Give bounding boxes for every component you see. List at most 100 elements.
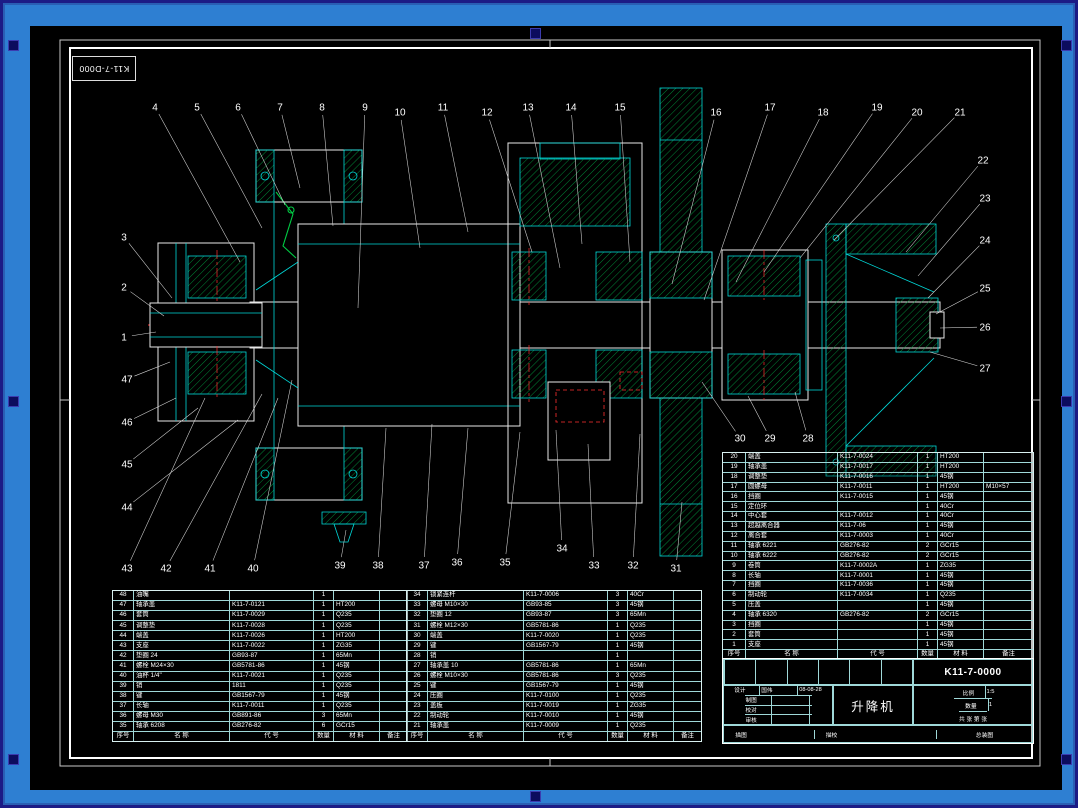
part-callout-5: 5 bbox=[194, 103, 200, 114]
bom-cell bbox=[983, 541, 1033, 551]
bom-cell: 3 bbox=[607, 591, 627, 601]
signature-cell: 08-08-28 bbox=[797, 686, 822, 695]
bom-cell: 1 bbox=[732, 640, 736, 648]
part-callout-40: 40 bbox=[247, 564, 259, 575]
leader-line-38 bbox=[378, 427, 387, 558]
part-callout-32: 32 bbox=[627, 561, 639, 572]
selection-handle-top-left[interactable] bbox=[8, 40, 19, 51]
bom-cell: 1 bbox=[917, 591, 937, 600]
bom-cell: 备注 bbox=[379, 731, 407, 741]
table-row: 4 轴承 6320 GB276-82 2 GCr15 bbox=[723, 609, 1033, 620]
part-callout-45: 45 bbox=[121, 460, 133, 471]
bom-cell: 销 bbox=[427, 651, 523, 661]
bom-cell: HT200 bbox=[937, 453, 983, 462]
bom-cell: 2 bbox=[917, 551, 937, 561]
bom-cell: 1 bbox=[313, 701, 333, 711]
titleblock-bottom-strip: 描图 描校 总装图 bbox=[723, 725, 1033, 743]
bom-cell: GB1567-79 bbox=[229, 691, 313, 701]
bom-cell: 名 称 bbox=[133, 731, 229, 741]
bom-cell: 1 bbox=[917, 472, 937, 482]
bom-cell: 轴承 6221 bbox=[745, 541, 837, 551]
bom-cell: 45钢 bbox=[937, 571, 983, 581]
selection-handle-top-right[interactable] bbox=[1061, 40, 1072, 51]
qty-label: 数量 bbox=[965, 703, 977, 710]
bom-cell bbox=[379, 591, 407, 601]
selection-handle-top-center[interactable] bbox=[530, 28, 541, 39]
bom-cell: 3 bbox=[313, 711, 333, 721]
bom-cell bbox=[379, 601, 407, 611]
bom-cell: 键 bbox=[427, 681, 523, 691]
bom-cell bbox=[379, 651, 407, 661]
leader-line-3 bbox=[128, 243, 173, 299]
bom-cell: 1 bbox=[917, 492, 937, 502]
bom-cell: 1 bbox=[607, 651, 627, 661]
bom-cell: 1 bbox=[313, 651, 333, 661]
table-row: 26 螺栓 M10×30 GB5781-86 3 Q235 bbox=[407, 670, 701, 681]
bom-cell: 挡圈 bbox=[745, 492, 837, 502]
part-callout-12: 12 bbox=[481, 108, 493, 119]
bom-cell: K11-7-0029 bbox=[229, 611, 313, 621]
bom-cell: GB5781-86 bbox=[229, 661, 313, 671]
bom-cell bbox=[673, 601, 701, 611]
clevis-part bbox=[321, 511, 367, 543]
bom-cell: GB5781-86 bbox=[523, 621, 607, 631]
bom-cell: ZG35 bbox=[627, 701, 673, 711]
bom-cell: HT200 bbox=[333, 601, 379, 611]
bom-cell: 1 bbox=[607, 661, 627, 671]
bom-cell: 45钢 bbox=[627, 681, 673, 691]
selection-handle-mid-left[interactable] bbox=[8, 396, 19, 407]
bom-cell bbox=[837, 630, 917, 640]
part-callout-21: 21 bbox=[954, 108, 966, 119]
bom-cell: 31 bbox=[413, 621, 421, 629]
bom-cell: 1 bbox=[917, 522, 937, 531]
leader-line-5 bbox=[200, 113, 263, 229]
bom-cell: 垫圈 12 bbox=[427, 611, 523, 621]
bom-cell: K11-7-0011 bbox=[229, 701, 313, 711]
revision-strip bbox=[723, 659, 913, 685]
bom-cell bbox=[983, 502, 1033, 512]
bom-cell: 45钢 bbox=[937, 581, 983, 591]
bom-cell bbox=[837, 640, 917, 650]
bom-cell: HT200 bbox=[937, 462, 983, 472]
selection-handle-bottom-center[interactable] bbox=[530, 791, 541, 802]
table-row: 42 垫圈 24 GB93-87 1 65Mn bbox=[113, 650, 407, 661]
bom-cell bbox=[673, 661, 701, 671]
sheet-count: 共 张 第 张 bbox=[958, 711, 988, 724]
bom-cell: 压盖 bbox=[745, 600, 837, 610]
part-callout-26: 26 bbox=[979, 323, 991, 334]
table-row: 27 轴承盖 10 GB5781-86 1 65Mn bbox=[407, 660, 701, 671]
selection-handle-bottom-left[interactable] bbox=[8, 754, 19, 765]
part-callout-27: 27 bbox=[979, 364, 991, 375]
selection-handle-mid-right[interactable] bbox=[1061, 396, 1072, 407]
leader-line-44 bbox=[133, 419, 239, 503]
table-row: 24 压圈 K11-7-0100 1 Q235 bbox=[407, 690, 701, 701]
bom-cell: GB276-82 bbox=[229, 721, 313, 731]
bom-cell: K11-7-0121 bbox=[229, 601, 313, 611]
part-callout-14: 14 bbox=[565, 103, 577, 114]
scale-qty-block: 比例 1:5 数量 1 共 张 第 张 bbox=[913, 685, 1033, 725]
table-row: 7 挡圈 K11-7-0036 1 45钢 bbox=[723, 580, 1033, 591]
bom-cell bbox=[837, 600, 917, 610]
signature-cell bbox=[770, 715, 809, 724]
bom-cell: 卷筒 bbox=[745, 561, 837, 571]
bom-cell: 46 bbox=[119, 611, 127, 619]
bom-cell: 轴承 6320 bbox=[745, 610, 837, 620]
part-callout-18: 18 bbox=[817, 108, 829, 119]
bom-cell: K11-7-0003 bbox=[837, 531, 917, 541]
part-callout-13: 13 bbox=[522, 103, 534, 114]
bom-cell: 螺栓 M24×30 bbox=[133, 661, 229, 671]
bom-cell: 螺栓 M10×30 bbox=[427, 671, 523, 681]
bom-cell: 34 bbox=[413, 591, 421, 599]
bom-cell: 端盖 bbox=[745, 453, 837, 462]
bom-cell bbox=[673, 701, 701, 711]
bom-cell: 轴承盖 bbox=[133, 601, 229, 611]
part-callout-44: 44 bbox=[121, 503, 133, 514]
bom-cell: 45钢 bbox=[627, 641, 673, 651]
bom-cell: 7 bbox=[732, 581, 736, 589]
bom-cell: GB5781-86 bbox=[523, 671, 607, 681]
bom-cell: 10 bbox=[730, 551, 738, 559]
part-callout-4: 4 bbox=[152, 103, 158, 114]
bom-cell bbox=[673, 621, 701, 631]
table-row: 23 盖板 K11-7-0019 1 ZG35 bbox=[407, 700, 701, 711]
selection-handle-bottom-right[interactable] bbox=[1061, 754, 1072, 765]
